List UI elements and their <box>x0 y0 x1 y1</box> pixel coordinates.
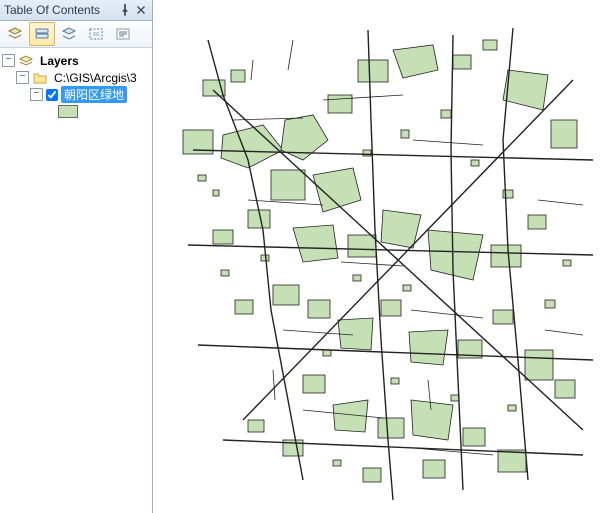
list-by-selection-button[interactable] <box>83 22 109 46</box>
tree-source-label: C:\GIS\Arcgis\3 <box>51 71 140 85</box>
database-source-icon <box>34 26 50 42</box>
table-of-contents-panel: Table Of Contents <box>0 0 153 513</box>
tree-source-node[interactable]: − C:\GIS\Arcgis\3 <box>2 69 150 86</box>
selection-icon <box>88 26 104 42</box>
layers-stack-icon <box>7 26 23 42</box>
tree-layer-label: 朝阳区绿地 <box>61 86 127 103</box>
expand-toggle[interactable]: − <box>2 54 15 67</box>
toc-options-button[interactable] <box>110 22 136 46</box>
pin-icon[interactable] <box>118 3 132 17</box>
tree-root-layers[interactable]: − Layers <box>2 52 150 69</box>
list-by-drawing-order-button[interactable] <box>2 22 28 46</box>
map-view[interactable] <box>153 0 600 513</box>
layers-root-icon <box>18 53 34 69</box>
folder-icon <box>32 70 48 86</box>
tree-symbol-node[interactable] <box>2 103 150 120</box>
close-icon[interactable] <box>134 3 148 17</box>
layer-symbol-swatch[interactable] <box>58 105 78 118</box>
toc-titlebar[interactable]: Table Of Contents <box>0 0 152 21</box>
toc-tree[interactable]: − Layers − C:\GIS\Arcgis\3 − 朝阳区绿地 <box>0 48 152 513</box>
tree-root-label: Layers <box>37 54 82 68</box>
expand-toggle[interactable]: − <box>16 71 29 84</box>
expand-toggle[interactable]: − <box>30 88 43 101</box>
list-by-source-button[interactable] <box>29 22 55 46</box>
layer-visibility-checkbox[interactable] <box>46 89 58 101</box>
visibility-icon <box>61 26 77 42</box>
tree-layer-node[interactable]: − 朝阳区绿地 <box>2 86 150 103</box>
toc-title-text: Table Of Contents <box>4 3 116 17</box>
list-by-visibility-button[interactable] <box>56 22 82 46</box>
options-icon <box>115 26 131 42</box>
toc-toolbar <box>0 21 152 48</box>
map-canvas <box>153 0 600 513</box>
